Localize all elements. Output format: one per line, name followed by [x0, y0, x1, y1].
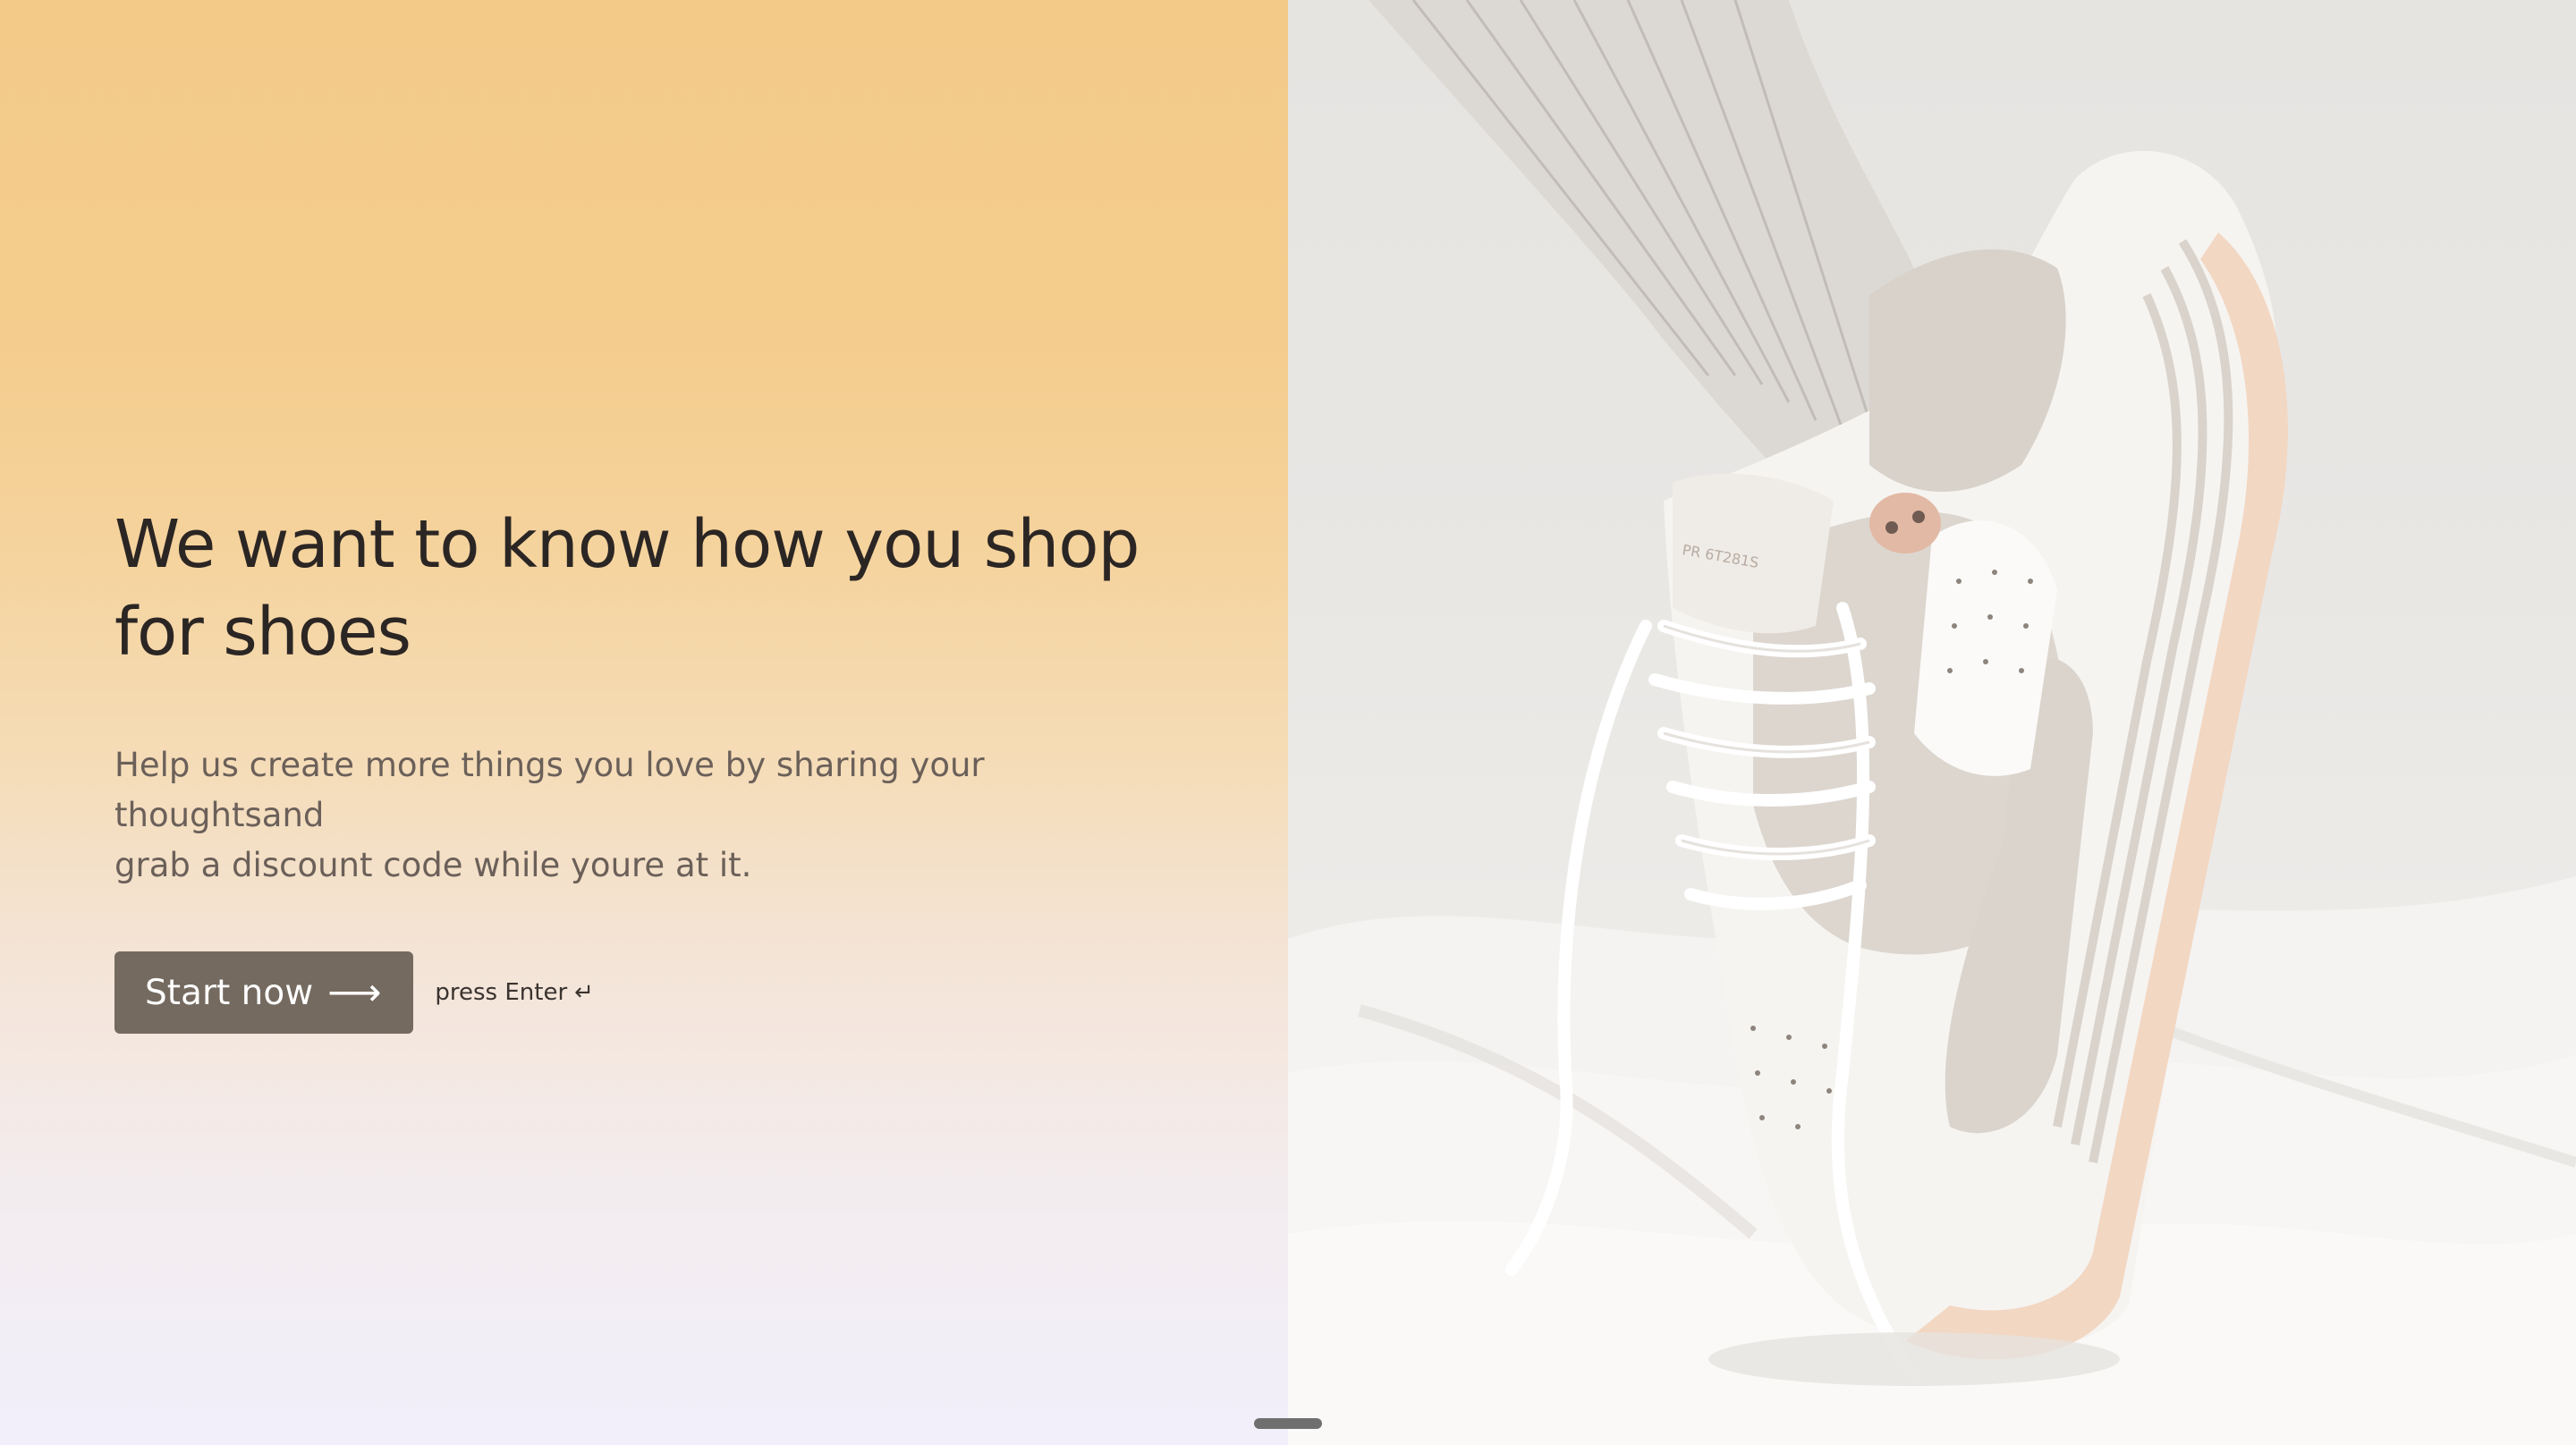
enter-key-icon: ↵ [574, 979, 594, 1006]
cta-row: Start now ⟶ press Enter ↵ [114, 951, 1188, 1034]
description-line-2: grab a discount code while youre at it. [114, 846, 752, 884]
intro-panel: We want to know how you shop for shoes H… [0, 0, 1288, 1445]
keyboard-hint: press Enter ↵ [435, 979, 594, 1006]
description-line-1: Help us create more things you love by s… [114, 746, 985, 834]
intro-content: We want to know how you shop for shoes H… [114, 501, 1188, 1034]
intro-description: Help us create more things you love by s… [114, 740, 1170, 891]
welcome-screen: We want to know how you shop for shoes H… [0, 0, 2576, 1445]
start-now-label: Start now [145, 972, 314, 1013]
page-title: We want to know how you shop for shoes [114, 501, 1188, 676]
scroll-handle[interactable] [1254, 1418, 1322, 1429]
sneaker-photo: PR 6T281S [1288, 0, 2576, 1445]
arrow-right-icon: ⟶ [327, 970, 382, 1014]
start-now-button[interactable]: Start now ⟶ [114, 951, 414, 1034]
hero-image: PR 6T281S [1288, 0, 2576, 1445]
title-line-1: We want to know how you shop [114, 506, 1140, 583]
title-line-2: for shoes [114, 594, 411, 671]
keyboard-hint-label: press Enter [435, 979, 568, 1006]
